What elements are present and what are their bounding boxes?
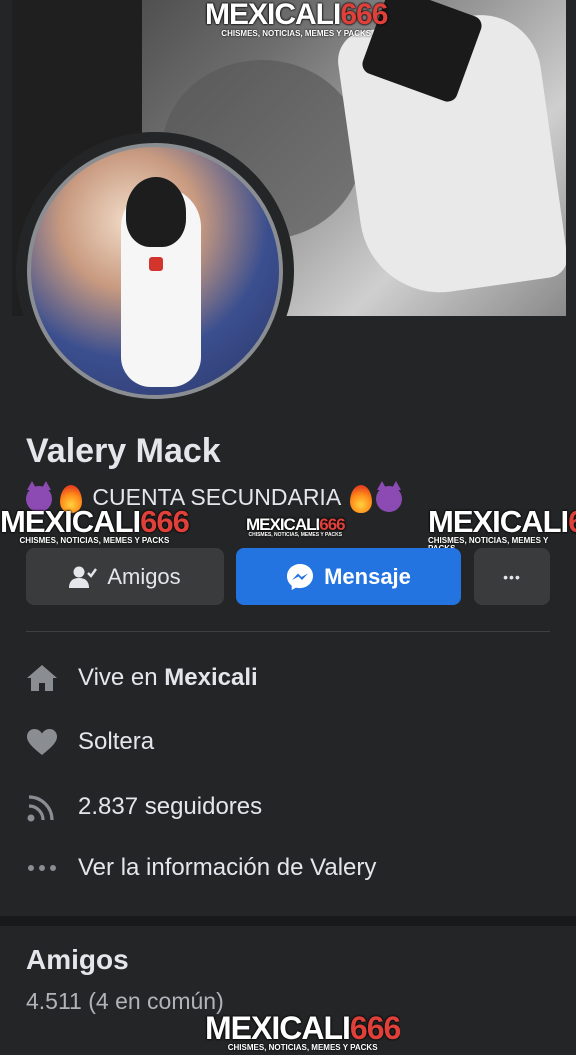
ellipsis-icon [26, 852, 58, 884]
info-followers[interactable]: 2.837 seguidores [26, 787, 262, 827]
fire-emoji [350, 484, 373, 513]
more-options-button[interactable]: ••• [474, 548, 550, 605]
city-link[interactable]: Mexicali [164, 664, 257, 692]
home-icon [26, 662, 58, 694]
watermark-center: MEXICALI666 CHISMES, NOTICIAS, MEMES Y P… [246, 515, 346, 538]
info-see-more[interactable]: Ver la información de Valery [26, 848, 376, 888]
friends-button[interactable]: Amigos [26, 548, 224, 605]
friends-check-icon [69, 566, 98, 588]
section-separator [0, 916, 576, 926]
profile-bio: CUENTA SECUNDARIA [26, 480, 406, 513]
message-button-label: Mensaje [324, 563, 411, 589]
friends-section-title: Amigos [26, 944, 129, 975]
message-button[interactable]: Mensaje [236, 548, 461, 605]
profile-picture[interactable] [16, 132, 294, 410]
heart-icon [26, 726, 58, 758]
info-lives-in: Vive en Mexicali [26, 658, 258, 698]
more-icon: ••• [503, 568, 521, 585]
watermark-right: MEXICALI666 CHISMES, NOTICIAS, MEMES Y P… [428, 506, 576, 553]
info-relationship: Soltera [26, 722, 154, 762]
messenger-icon [287, 563, 314, 590]
devil-emoji [376, 480, 403, 512]
bio-text: CUENTA SECUNDARIA [92, 484, 340, 510]
friends-count[interactable]: 4.511 (4 en común) [26, 988, 224, 1015]
friends-button-label: Amigos [107, 563, 181, 589]
fire-emoji [60, 484, 82, 513]
rss-followers-icon [26, 791, 58, 823]
devil-emoji [26, 480, 52, 512]
profile-name: Valery Mack [26, 432, 221, 470]
watermark-bottom: MEXICALI666 CHISMES, NOTICIAS, MEMES Y P… [205, 1012, 401, 1052]
section-divider [26, 631, 550, 632]
